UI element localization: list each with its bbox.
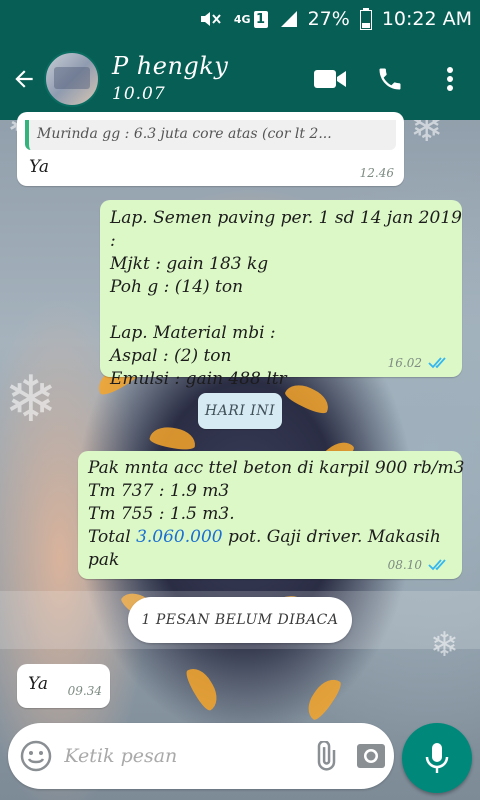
- read-ticks-icon: [428, 559, 446, 571]
- read-ticks-icon: [428, 357, 446, 369]
- snowflake-decoration: ❄: [4, 363, 58, 437]
- message-line-text: pot. Gaji driver. Makasih: [222, 527, 441, 547]
- emoji-button[interactable]: [8, 723, 64, 789]
- date-separator: HARI INI: [198, 393, 282, 429]
- mute-icon: [198, 9, 224, 29]
- voice-call-button[interactable]: [360, 38, 420, 120]
- signal-icon: [278, 10, 298, 28]
- message-text: Ya: [29, 157, 50, 177]
- arrow-left-icon: [15, 70, 33, 88]
- contact-avatar[interactable]: [44, 51, 100, 107]
- message-input[interactable]: [64, 736, 303, 776]
- camera-button[interactable]: [348, 723, 394, 789]
- message-time: 12.46: [359, 166, 394, 180]
- message-text: Ya: [28, 674, 49, 694]
- message-time: 16.02: [387, 356, 422, 370]
- contact-name: P hengky: [112, 52, 229, 80]
- message-bubble-outgoing[interactable]: Pak mnta acc ttel beton di karpil 900 rb…: [78, 451, 464, 579]
- camera-icon: [357, 744, 386, 768]
- menu-button[interactable]: [420, 38, 480, 120]
- phone-icon: [379, 68, 401, 90]
- voice-record-button[interactable]: [402, 723, 472, 793]
- pattern-decoration: [301, 673, 345, 723]
- video-call-button[interactable]: [300, 38, 360, 120]
- contact-last-seen: 10.07: [112, 84, 166, 104]
- message-line: Total 3.060.000 pot. Gaji driver. Makasi…: [88, 526, 464, 549]
- quoted-message[interactable]: Murinda gg : 6.3 juta core atas (cor lt …: [25, 120, 396, 150]
- sim-slot: 1: [253, 10, 268, 28]
- more-vertical-icon: [447, 67, 453, 91]
- microphone-icon: [425, 743, 449, 773]
- network-type: 4G: [233, 12, 251, 26]
- pattern-decoration: [148, 424, 198, 452]
- message-bubble-incoming[interactable]: Ya 09.34: [17, 664, 110, 708]
- clock: 10:22 AM: [381, 8, 472, 30]
- message-bubble-outgoing[interactable]: Lap. Semen paving per. 1 sd 14 jan 2019 …: [100, 200, 462, 389]
- message-line: Tm 737 : 1.9 m3: [88, 481, 230, 501]
- message-composer: [8, 723, 394, 789]
- contact-info[interactable]: P hengky 10.07: [112, 52, 300, 106]
- message-bubble-incoming[interactable]: Murinda gg : 6.3 juta core atas (cor lt …: [17, 112, 404, 186]
- chat-header: P hengky 10.07: [0, 38, 480, 120]
- pattern-decoration: [182, 663, 224, 713]
- video-camera-icon: [314, 70, 346, 88]
- back-button[interactable]: [2, 38, 46, 120]
- message-time: 08.10: [387, 558, 422, 572]
- battery-icon: [359, 8, 372, 30]
- message-time: 09.34: [67, 684, 102, 698]
- message-line: Tm 755 : 1.5 m3.: [88, 504, 235, 524]
- phone-number-link[interactable]: 3.060.000: [136, 527, 223, 547]
- attach-button[interactable]: [302, 723, 348, 789]
- unread-messages-banner: 1 PESAN BELUM DIBACA: [128, 597, 352, 643]
- message-text: Pak mnta acc ttel beton di karpil 900 rb…: [88, 457, 464, 572]
- message-line: Pak mnta acc ttel beton di karpil 900 rb…: [88, 458, 465, 478]
- network-indicator: 4G 1: [233, 10, 268, 28]
- battery-percent: 27%: [307, 8, 350, 30]
- status-bar: 4G 1 27% 10:22 AM: [0, 0, 480, 38]
- smiley-icon: [20, 740, 52, 772]
- message-line-text: Total: [88, 527, 137, 547]
- paperclip-icon: [318, 741, 336, 771]
